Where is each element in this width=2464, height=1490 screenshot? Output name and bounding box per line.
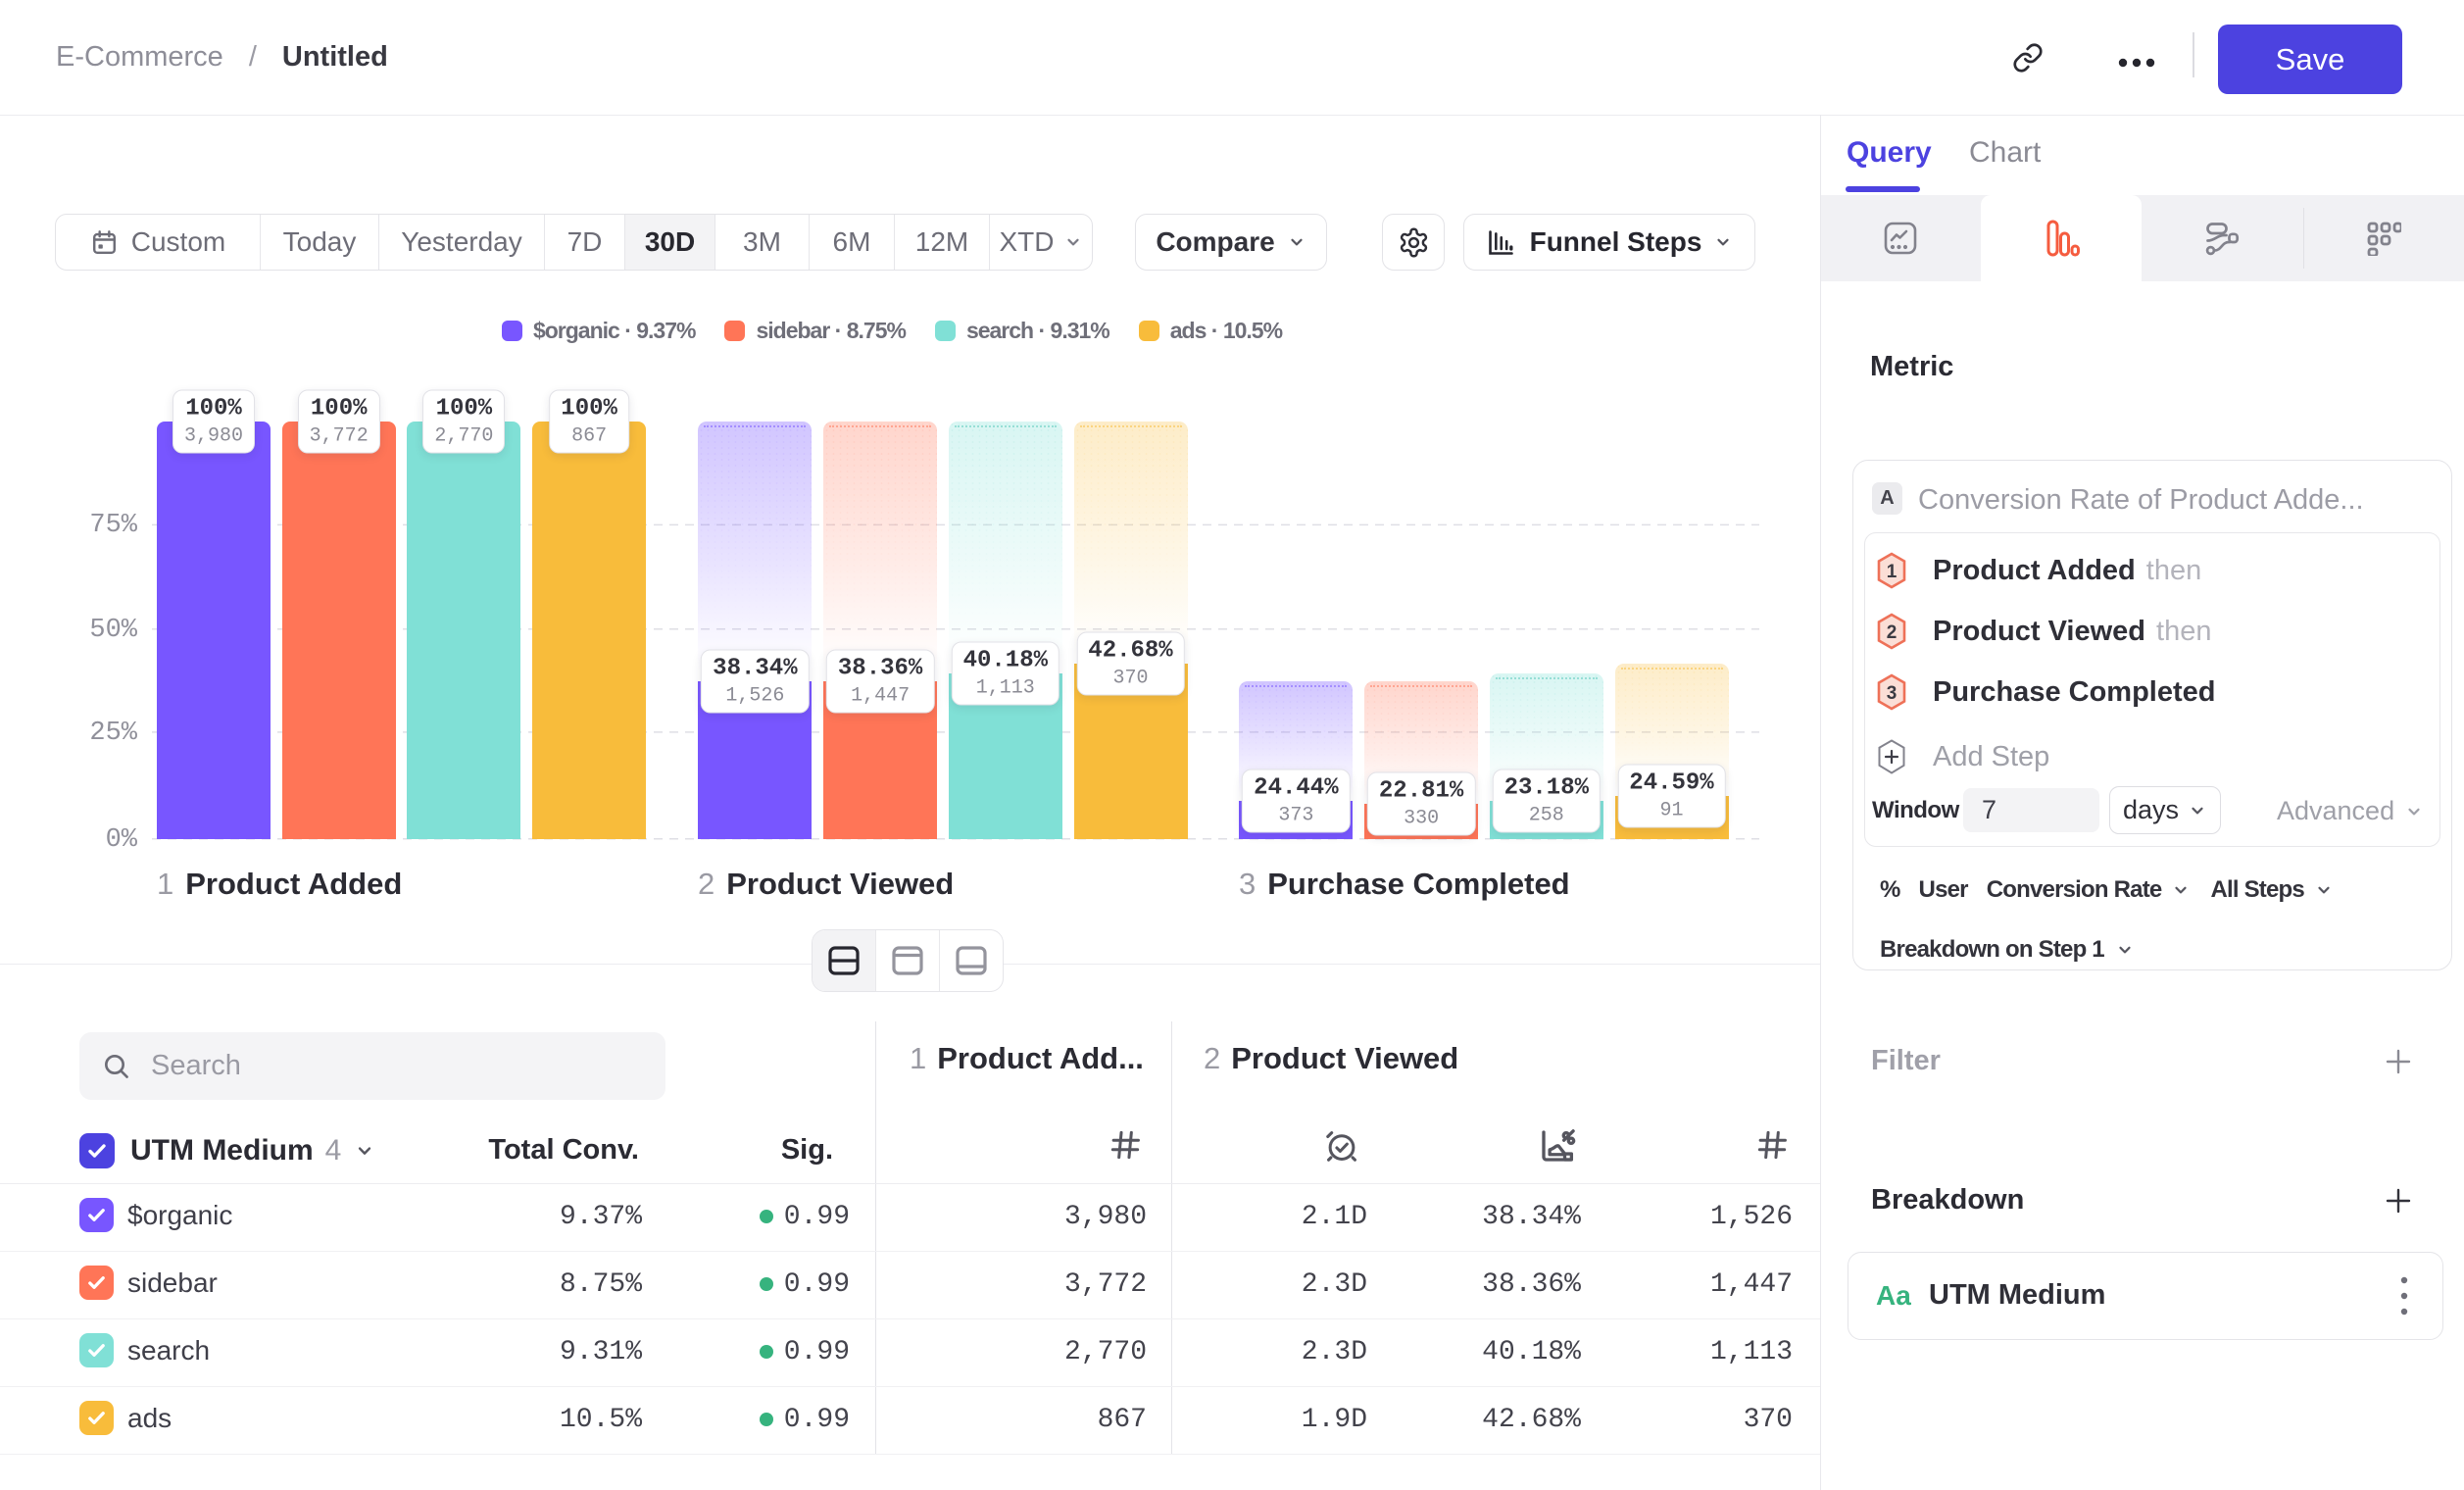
svg-text:2: 2: [1887, 622, 1897, 643]
svg-text:3: 3: [1887, 683, 1897, 704]
svg-text:1: 1: [1887, 562, 1897, 582]
